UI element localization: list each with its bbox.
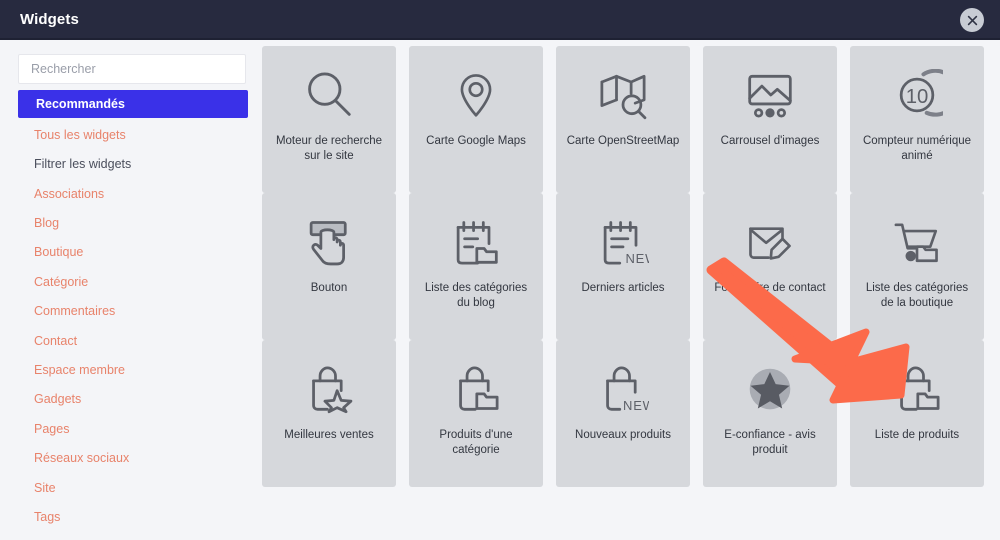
widget-card[interactable]: E-confiance - avis produit [703,340,837,487]
widget-card-label: Carte OpenStreetMap [566,135,680,147]
notepad-new-icon: NEW [556,211,690,273]
counter-ring-icon: 10 [850,64,984,126]
sidebar-item-r-seaux-sociaux[interactable]: Réseaux sociaux [34,451,129,465]
magnifier-icon [262,64,396,126]
widget-card[interactable]: NEW Nouveaux produits [556,340,690,487]
badge-star-icon [703,358,837,420]
notepad-folder-icon [409,211,543,273]
sidebar-item-site[interactable]: Site [34,481,56,495]
widget-card-label: Carrousel d'images [720,135,820,147]
widget-card[interactable]: Bouton [262,193,396,340]
widget-card-label: Produits d'une catégorie [439,429,513,456]
sidebar-item-filtrer-les-widgets[interactable]: Filtrer les widgets [34,157,131,171]
close-button[interactable] [960,8,984,32]
sidebar: Recommandés Tous les widgets Filtrer les … [0,42,262,540]
envelope-edit-icon [703,211,837,273]
widget-card-label: Formulaire de contact [714,282,826,294]
widget-card-label: Moteur de recherche sur le site [275,135,383,162]
widget-card[interactable]: Carrousel d'images [703,46,837,193]
button-click-icon [262,211,396,273]
widgets-modal: Widgets Recommandés Tous les widgets Filt… [0,0,1000,540]
widget-card[interactable]: Carte OpenStreetMap [556,46,690,193]
widget-card-label: Liste des catégories de la boutique [865,282,969,309]
widget-card[interactable]: Carte Google Maps [409,46,543,193]
widget-card-label: Liste des catégories du blog [424,282,528,309]
sidebar-item-cat-gorie[interactable]: Catégorie [34,275,88,289]
bag-folder-icon [409,358,543,420]
close-icon [967,15,977,25]
widget-card-label: Compteur numérique animé [862,135,972,162]
widget-card-label: Liste de produits [874,429,960,441]
sidebar-item-espace-membre[interactable]: Espace membre [34,363,125,377]
folded-map-search-icon [556,64,690,126]
image-carousel-icon [703,64,837,126]
widget-card[interactable]: Formulaire de contact [703,193,837,340]
sidebar-item-associations[interactable]: Associations [34,187,104,201]
map-pin-icon [409,64,543,126]
widget-card-label: E-confiance - avis produit [724,429,816,456]
sidebar-item-tous-les-widgets[interactable]: Tous les widgets [34,128,126,142]
widget-card[interactable]: NEW Derniers articles [556,193,690,340]
cart-folder-icon [850,211,984,273]
sidebar-item-commentaires[interactable]: Commentaires [34,304,115,318]
widget-card[interactable]: Liste des catégories de la boutique [850,193,984,340]
sidebar-item-contact[interactable]: Contact [34,334,77,348]
svg-text:NEW: NEW [625,251,649,266]
sidebar-item-gadgets[interactable]: Gadgets [34,392,81,406]
widget-card[interactable]: Liste de produits [850,340,984,487]
widget-card-label: Meilleures ventes [284,429,374,441]
widget-card-label: Carte Google Maps [426,135,526,147]
widget-card[interactable]: Moteur de recherche sur le site [262,46,396,193]
bag-new-icon: NEW [556,358,690,420]
bag-folder-icon [850,358,984,420]
search-input[interactable] [18,54,246,84]
widget-card-label: Nouveaux produits [575,429,671,441]
bag-star-icon [262,358,396,420]
sidebar-item-pages[interactable]: Pages [34,422,69,436]
sidebar-item-boutique[interactable]: Boutique [34,245,83,259]
widget-grid: Moteur de recherche sur le site Carte Goo… [262,42,1000,540]
widget-card[interactable]: Meilleures ventes [262,340,396,487]
sidebar-item-blog[interactable]: Blog [34,216,59,230]
svg-text:NEW: NEW [623,398,649,413]
svg-text:10: 10 [906,86,929,108]
widget-card[interactable]: 10 Compteur numérique animé [850,46,984,193]
sidebar-item-tags[interactable]: Tags [34,510,60,524]
modal-header: Widgets [0,0,1000,40]
page-title: Widgets [20,11,79,28]
widget-card-label: Bouton [310,282,348,294]
sidebar-item-recommended[interactable]: Recommandés [18,90,248,118]
widget-card-label: Derniers articles [581,282,665,294]
widget-card[interactable]: Liste des catégories du blog [409,193,543,340]
widget-card[interactable]: Produits d'une catégorie [409,340,543,487]
